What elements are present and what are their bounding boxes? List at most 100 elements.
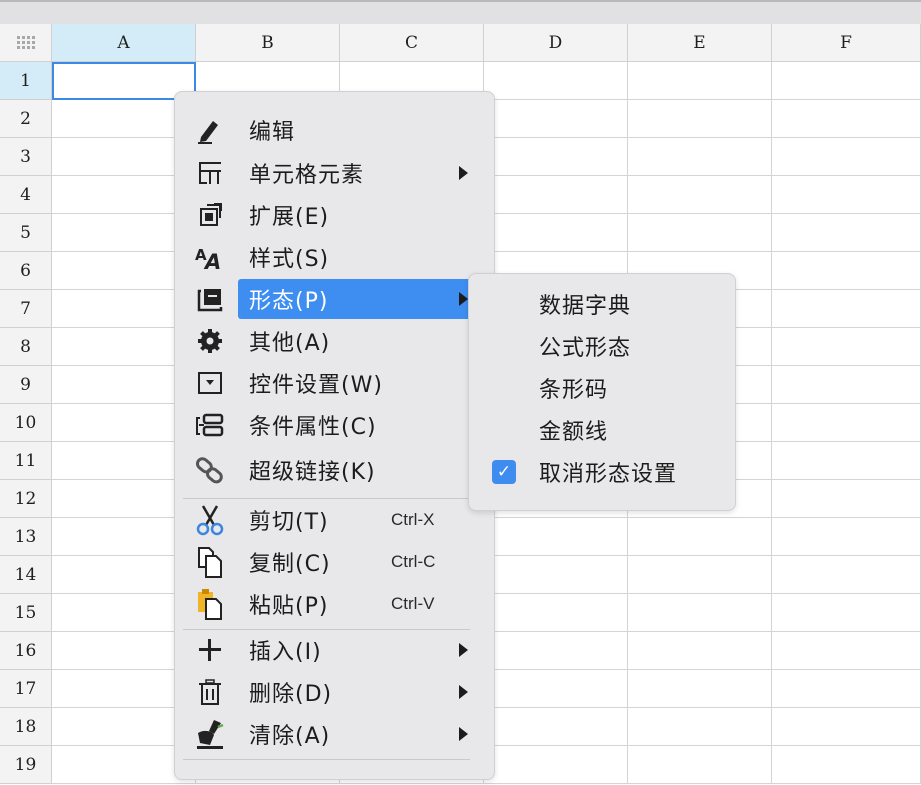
select-all-corner[interactable] [0,24,52,62]
row-header-15[interactable]: 15 [0,594,52,632]
grid-cell[interactable] [484,100,628,138]
grid-cell[interactable] [628,176,772,214]
menu-item-edit[interactable]: 编辑 [181,110,490,150]
menu-item-expand[interactable]: 扩展(E) [181,195,490,235]
grid-cell[interactable] [772,100,921,138]
menu-item-label: 样式(S) [249,247,330,272]
row-header-10[interactable]: 10 [0,404,52,442]
grid-cell[interactable] [772,746,921,784]
row-header-13[interactable]: 13 [0,518,52,556]
menu-item-other[interactable]: 其他(A) [181,321,490,361]
grid-cell[interactable] [628,100,772,138]
grid-cell[interactable] [628,746,772,784]
form-submenu: 数据字典 公式形态 条形码 金额线 ✓ 取消形态设置 [468,273,736,511]
menu-item-copy[interactable]: 复制(C) Ctrl-C [181,542,490,582]
column-header-e[interactable]: E [628,24,772,62]
grid-cell[interactable] [484,214,628,252]
row-header-19[interactable]: 19 [0,746,52,784]
row-header-3[interactable]: 3 [0,138,52,176]
row-header-9[interactable]: 9 [0,366,52,404]
menu-item-insert[interactable]: 插入(I) [181,630,490,670]
column-header-c[interactable]: C [340,24,484,62]
grid-cell[interactable] [772,176,921,214]
row-header-14[interactable]: 14 [0,556,52,594]
menu-item-cell-element[interactable]: 单元格元素 [181,153,490,193]
row-header-8[interactable]: 8 [0,328,52,366]
menu-item-form[interactable]: 形态(P) [181,279,490,319]
grid-cell[interactable] [772,442,921,480]
grid-cell[interactable] [484,138,628,176]
menu-item-cut[interactable]: 剪切(T) Ctrl-X [181,500,490,540]
grid-cell[interactable] [484,670,628,708]
column-header-d[interactable]: D [484,24,628,62]
grid-cell[interactable] [628,518,772,556]
submenu-item-amount-line[interactable]: 金额线 [469,409,737,451]
row-header-1[interactable]: 1 [0,62,52,100]
submenu-item-formula-form[interactable]: 公式形态 [469,325,737,367]
grid-cell[interactable] [772,708,921,746]
row-header-5[interactable]: 5 [0,214,52,252]
grid-cell[interactable] [772,404,921,442]
grid-cell[interactable] [484,708,628,746]
menu-item-delete[interactable]: 删除(D) [181,672,490,712]
condition-icon [193,408,227,442]
row-header-17[interactable]: 17 [0,670,52,708]
row-header-7[interactable]: 7 [0,290,52,328]
grid-cell[interactable] [484,632,628,670]
grid-cell[interactable] [484,594,628,632]
grid-cell[interactable] [628,632,772,670]
grid-cell[interactable] [772,594,921,632]
row-header-16[interactable]: 16 [0,632,52,670]
grid-cell[interactable] [772,556,921,594]
grid-cell[interactable] [772,252,921,290]
column-header-b[interactable]: B [196,24,340,62]
row-header-4[interactable]: 4 [0,176,52,214]
checkmark-icon: ✓ [492,460,516,484]
grid-cell[interactable] [772,328,921,366]
row-header-12[interactable]: 12 [0,480,52,518]
column-header-a[interactable]: A [52,24,196,62]
row-header-6[interactable]: 6 [0,252,52,290]
grid-cell[interactable] [772,518,921,556]
grid-cell[interactable] [628,138,772,176]
grid-cell[interactable] [484,62,628,100]
grid-cell[interactable] [772,138,921,176]
row-header-11[interactable]: 11 [0,442,52,480]
grid-cell[interactable] [772,670,921,708]
grid-cell[interactable] [628,594,772,632]
submenu-item-barcode[interactable]: 条形码 [469,367,737,409]
menu-item-paste[interactable]: 粘贴(P) Ctrl-V [181,584,490,624]
shortcut-label: Ctrl-X [391,510,435,529]
submenu-item-cancel-form[interactable]: ✓ 取消形态设置 [469,451,737,493]
grid-cell[interactable] [772,290,921,328]
grid-cell[interactable] [628,708,772,746]
grid-cell[interactable] [772,480,921,518]
menu-item-label: 扩展(E) [249,205,330,230]
grid-cell[interactable] [628,556,772,594]
menu-item-widget-settings[interactable]: 控件设置(W) [181,363,490,403]
plus-icon [193,633,227,667]
grid-cell[interactable] [628,670,772,708]
menu-item-condition[interactable]: 条件属性(C) [181,405,490,445]
menu-item-hyperlink[interactable]: 超级链接(K) [181,450,490,490]
menu-item-label: 粘贴(P) [249,594,329,619]
shortcut-label: Ctrl-V [391,594,435,613]
submenu-item-data-dictionary[interactable]: 数据字典 [469,283,737,325]
column-header-f[interactable]: F [772,24,921,62]
gear-icon [193,324,227,358]
row-header-18[interactable]: 18 [0,708,52,746]
row-header-2[interactable]: 2 [0,100,52,138]
grid-cell[interactable] [484,176,628,214]
menu-item-style[interactable]: AA 样式(S) [181,237,490,277]
grid-cell[interactable] [484,556,628,594]
menu-item-clear[interactable]: 清除(A) [181,714,490,754]
grid-cell[interactable] [484,746,628,784]
grid-cell[interactable] [772,366,921,404]
grid-cell[interactable] [772,62,921,100]
grid-cell[interactable] [772,214,921,252]
grid-cell[interactable] [628,214,772,252]
submenu-item-label: 金额线 [539,420,609,445]
grid-cell[interactable] [628,62,772,100]
grid-cell[interactable] [772,632,921,670]
grid-cell[interactable] [484,518,628,556]
